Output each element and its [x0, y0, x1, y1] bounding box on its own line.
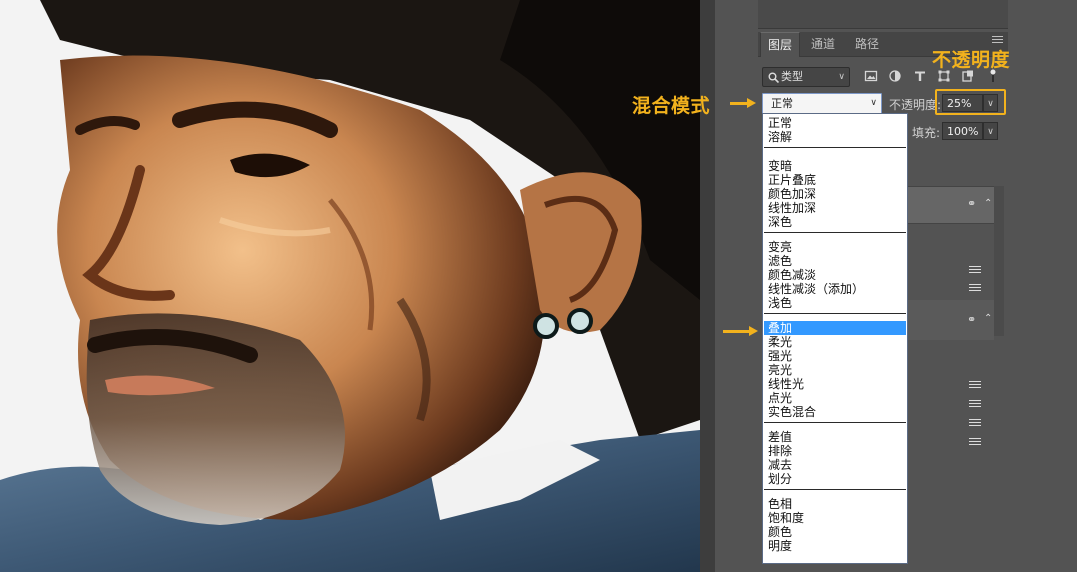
chevron-down-icon: ∨ — [987, 127, 994, 137]
blend-mode-option[interactable]: 变暗 — [764, 159, 906, 173]
tab-paths[interactable]: 路径 — [848, 32, 887, 56]
menu-separator — [764, 232, 906, 233]
blend-mode-annotation: 混合模式 — [632, 95, 711, 117]
blend-mode-option[interactable]: 正常 — [764, 116, 906, 130]
menu-separator — [764, 147, 906, 148]
link-icon: ⚭ — [967, 197, 977, 210]
blend-mode-option[interactable]: 正片叠底 — [764, 173, 906, 187]
panel-divider[interactable] — [700, 0, 715, 572]
blend-mode-option[interactable]: 饱和度 — [764, 511, 906, 525]
blend-mode-option[interactable]: 强光 — [764, 349, 906, 363]
chevron-down-icon: ∨ — [870, 98, 877, 108]
blend-mode-option[interactable]: 亮光 — [764, 363, 906, 377]
document-canvas[interactable] — [0, 0, 700, 572]
tab-layers[interactable]: 图层 — [760, 32, 801, 57]
opacity-highlight-box — [935, 89, 1006, 115]
fx-icon[interactable] — [969, 400, 981, 410]
annotation-arrow-icon — [723, 326, 758, 336]
layer-row[interactable] — [908, 186, 994, 224]
search-icon — [768, 72, 779, 83]
image-filter-icon[interactable] — [864, 69, 878, 83]
tab-channels[interactable]: 通道 — [804, 32, 843, 56]
blend-mode-menu[interactable]: 正常 溶解变暗 正片叠底 颜色加深 线性加深 深色变亮 滤色 颜色减淡 线性减淡（添加） 浅色叠加… — [762, 113, 908, 564]
blend-mode-option[interactable]: 滤色 — [764, 254, 906, 268]
layer-row[interactable] — [908, 300, 994, 340]
layer-filter-select[interactable]: 类型 ∨ — [762, 67, 850, 87]
blend-mode-option[interactable]: 变亮 — [764, 240, 906, 254]
fx-icon[interactable] — [969, 284, 981, 294]
panel-menu-icon[interactable] — [992, 36, 1003, 44]
opacity-label: 不透明度: — [889, 98, 942, 112]
fill-input[interactable]: 100% — [942, 122, 983, 140]
layer-filter-label: 类型 — [781, 70, 803, 83]
blend-mode-option[interactable]: 溶解 — [764, 130, 906, 144]
blend-mode-option[interactable]: 颜色 — [764, 525, 906, 539]
layers-scrollbar[interactable] — [994, 186, 1004, 336]
blend-mode-option[interactable]: 排除 — [764, 444, 906, 458]
chevron-up-icon[interactable]: ⌃ — [984, 198, 992, 209]
blend-mode-option[interactable]: 线性减淡（添加） — [764, 282, 906, 296]
blend-mode-option[interactable]: 浅色 — [764, 296, 906, 310]
blend-mode-option[interactable]: 点光 — [764, 391, 906, 405]
menu-separator — [764, 422, 906, 423]
blend-mode-option[interactable]: 颜色加深 — [764, 187, 906, 201]
adjustment-filter-icon[interactable] — [888, 69, 902, 83]
opacity-annotation: 不透明度 — [932, 49, 1011, 71]
fx-icon[interactable] — [969, 438, 981, 448]
blend-mode-option[interactable]: 划分 — [764, 472, 906, 486]
blend-mode-option[interactable]: 色相 — [764, 497, 906, 511]
fx-icon[interactable] — [969, 381, 981, 391]
blend-mode-option[interactable]: 线性光 — [764, 377, 906, 391]
blend-mode-option[interactable]: 深色 — [764, 215, 906, 229]
blend-mode-option[interactable]: 减去 — [764, 458, 906, 472]
chevron-down-icon: ∨ — [838, 72, 845, 82]
fill-label: 填充: — [912, 126, 941, 140]
portrait-artwork — [0, 0, 700, 572]
menu-separator — [764, 313, 906, 314]
blend-mode-option[interactable]: 线性加深 — [764, 201, 906, 215]
annotation-arrow-icon — [730, 98, 756, 108]
panel-header-strip — [758, 0, 1008, 29]
blend-mode-value: 正常 — [771, 97, 793, 110]
fx-icon[interactable] — [969, 266, 981, 276]
blend-mode-option[interactable]: 柔光 — [764, 335, 906, 349]
text-filter-icon[interactable] — [913, 69, 927, 83]
blend-mode-select[interactable]: 正常 ∨ — [762, 93, 882, 114]
link-icon: ⚭ — [967, 313, 977, 326]
fx-icon[interactable] — [969, 419, 981, 429]
blend-mode-option[interactable]: 明度 — [764, 539, 906, 553]
chevron-up-icon[interactable]: ⌃ — [984, 313, 992, 324]
blend-mode-option[interactable]: 颜色减淡 — [764, 268, 906, 282]
blend-mode-option[interactable]: 叠加 — [764, 321, 906, 335]
fill-slider-toggle[interactable]: ∨ — [983, 122, 998, 140]
blend-mode-option[interactable]: 实色混合 — [764, 405, 906, 419]
blend-mode-option[interactable]: 差值 — [764, 430, 906, 444]
menu-separator — [764, 489, 906, 490]
